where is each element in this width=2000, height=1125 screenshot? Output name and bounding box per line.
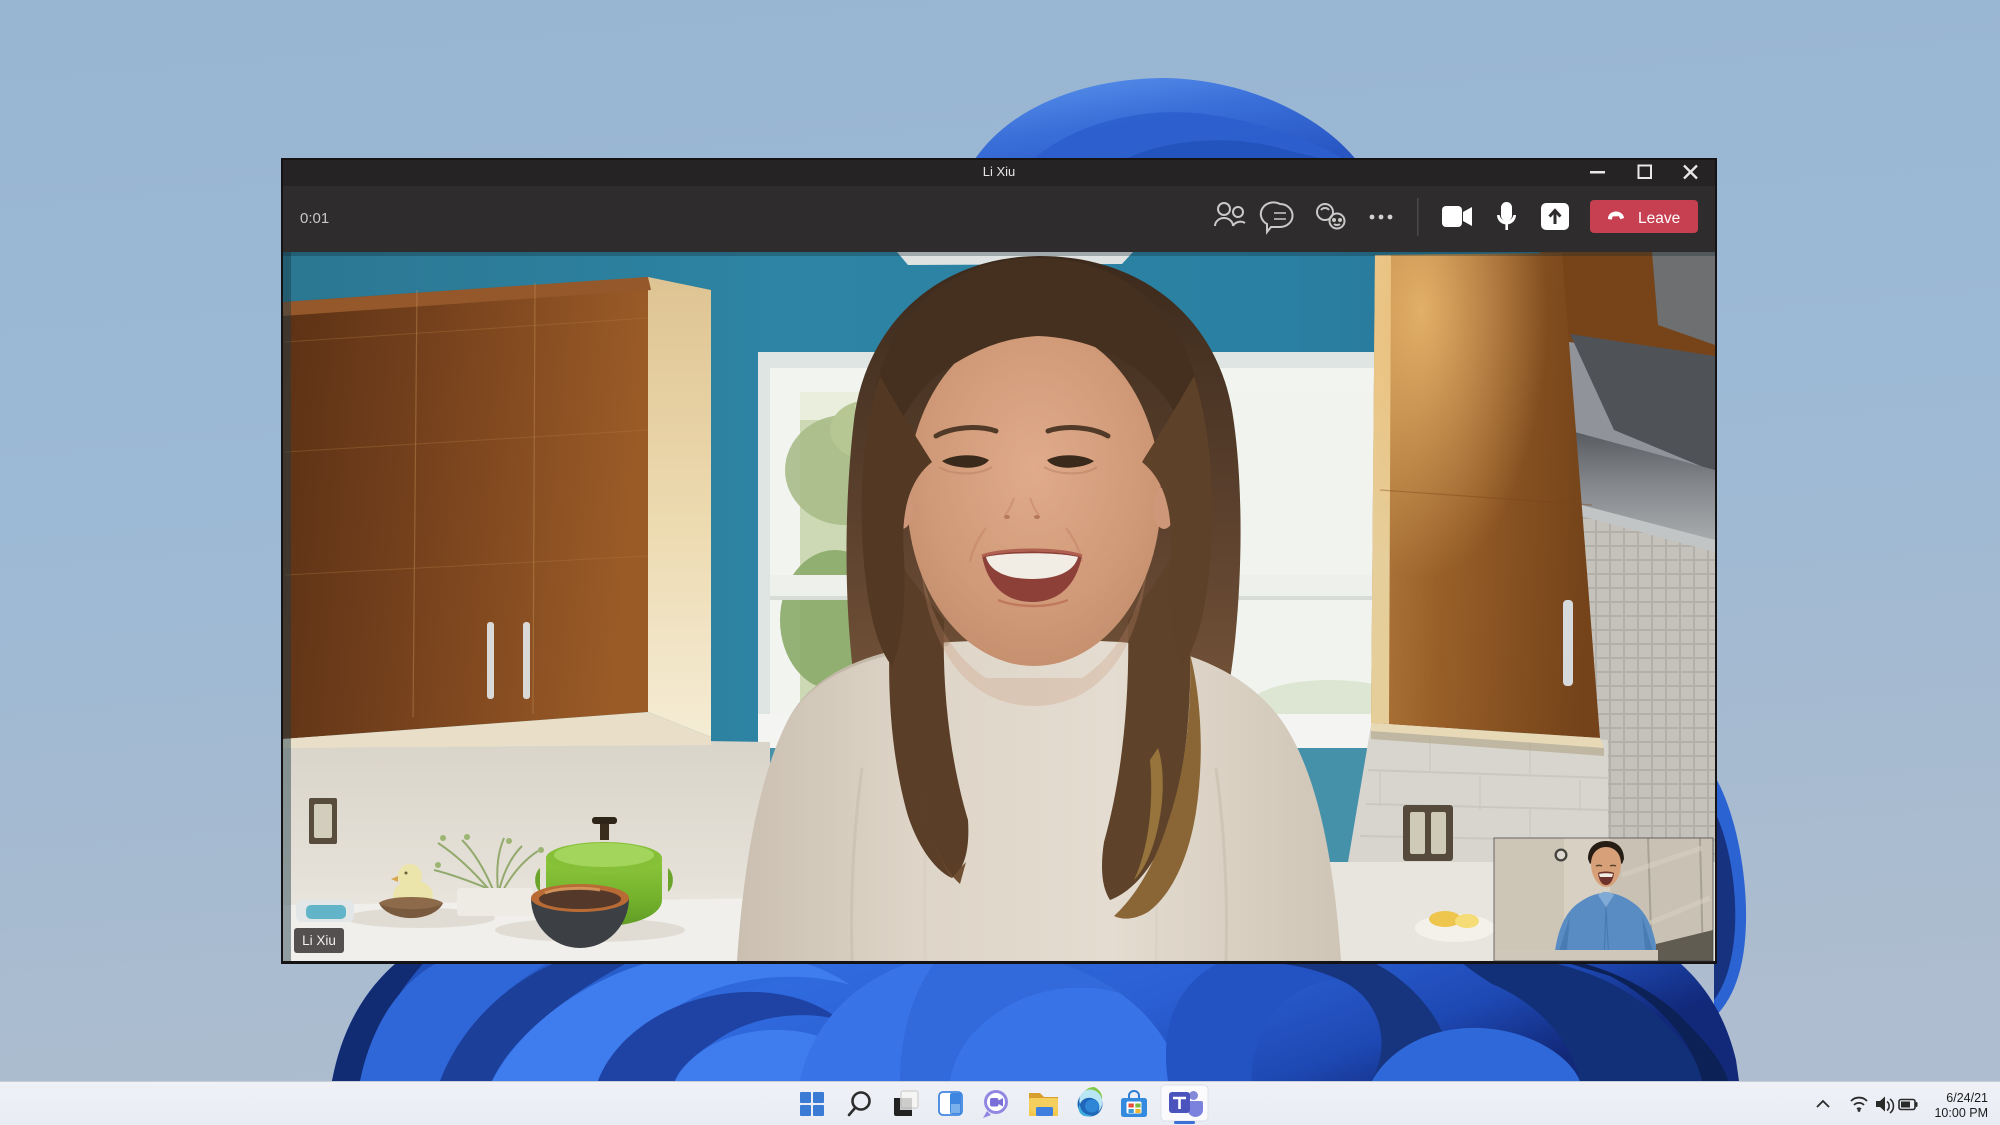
svg-text:Li Xiu: Li Xiu — [302, 933, 336, 948]
svg-text:0:01: 0:01 — [300, 210, 329, 227]
svg-text:10:00 PM: 10:00 PM — [1934, 1106, 1988, 1120]
svg-text:Li Xiu: Li Xiu — [983, 164, 1016, 179]
svg-text:6/24/21: 6/24/21 — [1946, 1091, 1988, 1105]
svg-text:Leave: Leave — [1638, 210, 1680, 227]
